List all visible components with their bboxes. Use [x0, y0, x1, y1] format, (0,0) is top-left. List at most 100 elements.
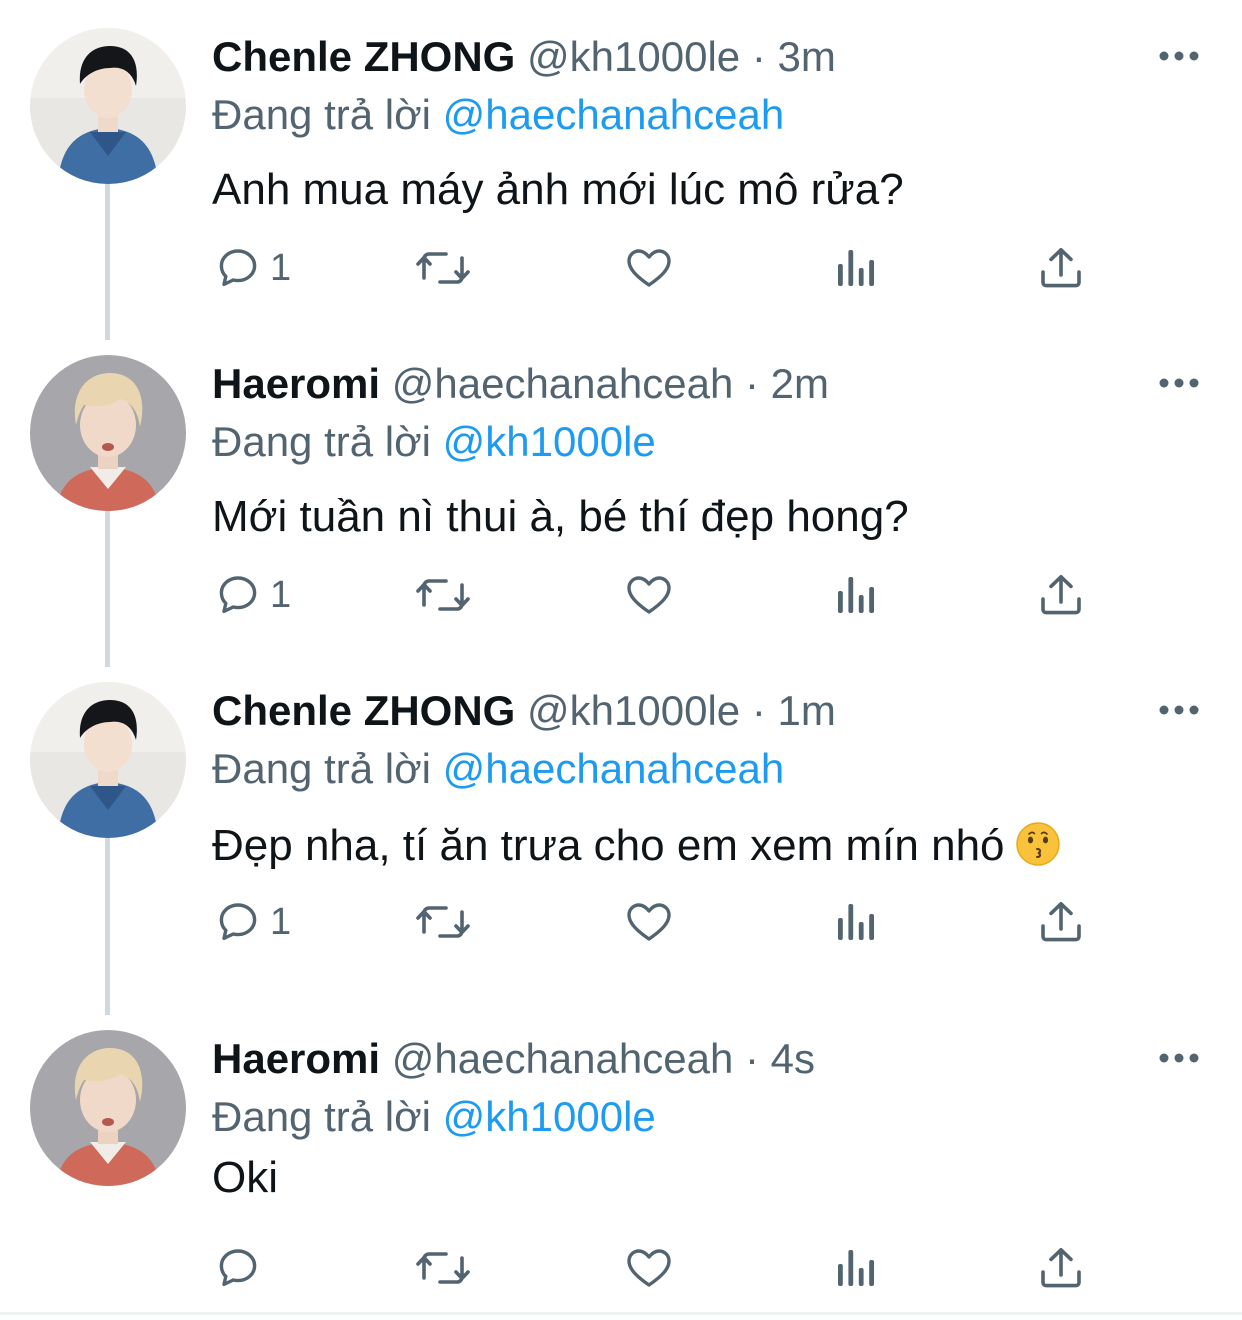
retweet-icon	[416, 1252, 470, 1284]
reply-icon	[219, 249, 257, 287]
reply-count: 1	[270, 246, 292, 289]
author-handle[interactable]: @haechanahceah	[392, 1035, 734, 1082]
tweet-header: Chenle ZHONG @kh1000le · 1m	[212, 682, 836, 740]
share-button[interactable]	[1038, 882, 1084, 962]
timestamp[interactable]: 1m	[778, 687, 836, 734]
reply-icon	[219, 576, 257, 614]
tweet[interactable]: Chenle ZHONG @kh1000le · 3m Đang trả lời…	[0, 14, 1242, 341]
share-icon	[1041, 575, 1081, 615]
views-icon	[838, 1250, 874, 1286]
author-handle[interactable]: @haechanahceah	[392, 360, 734, 407]
replying-to: Đang trả lời @haechanahceah	[212, 86, 784, 144]
avatar-chenle[interactable]	[30, 682, 186, 838]
replying-label: Đang trả lời	[212, 745, 431, 792]
retweet-icon	[416, 252, 470, 284]
heart-icon	[627, 903, 671, 941]
tweet-actions: 1	[0, 228, 1242, 308]
tweet-text: Đẹp nha, tí ăn trưa cho em xem mín nhó	[212, 821, 1005, 870]
tweet-text: Oki	[212, 1153, 278, 1202]
more-icon	[1159, 51, 1199, 61]
reply-button[interactable]: 1	[214, 555, 291, 635]
retweet-icon	[416, 906, 470, 938]
replying-to: Đang trả lời @kh1000le	[212, 1088, 656, 1146]
more-icon	[1159, 378, 1199, 388]
tweet-actions	[0, 1228, 1242, 1308]
reply-count: 1	[270, 573, 292, 616]
views-button[interactable]	[834, 1228, 878, 1308]
like-button[interactable]	[624, 228, 674, 308]
author-name[interactable]: Chenle ZHONG	[212, 33, 515, 80]
heart-icon	[627, 1249, 671, 1287]
like-button[interactable]	[624, 555, 674, 635]
more-button[interactable]	[1156, 692, 1202, 728]
like-button[interactable]	[624, 882, 674, 962]
views-button[interactable]	[834, 228, 878, 308]
more-button[interactable]	[1156, 365, 1202, 401]
kissing-face-emoji	[1015, 822, 1060, 867]
retweet-button[interactable]	[414, 882, 472, 962]
views-icon	[838, 577, 874, 613]
avatar-haeromi[interactable]	[30, 1030, 186, 1186]
author-name[interactable]: Haeromi	[212, 1035, 380, 1082]
timestamp[interactable]: 4s	[771, 1035, 815, 1082]
heart-icon	[627, 576, 671, 614]
more-button[interactable]	[1156, 1040, 1202, 1076]
share-icon	[1041, 902, 1081, 942]
reply-icon	[219, 1249, 257, 1287]
retweet-button[interactable]	[414, 555, 472, 635]
like-button[interactable]	[624, 1228, 674, 1308]
timestamp[interactable]: 3m	[778, 33, 836, 80]
tweet-header: Haeromi @haechanahceah · 2m	[212, 355, 829, 413]
author-name[interactable]: Chenle ZHONG	[212, 687, 515, 734]
views-button[interactable]	[834, 555, 878, 635]
author-handle[interactable]: @kh1000le	[527, 687, 740, 734]
separator: ·	[744, 1035, 759, 1082]
share-button[interactable]	[1038, 555, 1084, 635]
author-name[interactable]: Haeromi	[212, 360, 380, 407]
reply-count: 1	[270, 900, 292, 943]
retweet-icon	[416, 579, 470, 611]
share-button[interactable]	[1038, 1228, 1084, 1308]
replying-to: Đang trả lời @haechanahceah	[212, 740, 784, 798]
divider	[0, 1312, 1242, 1315]
avatar-haeromi[interactable]	[30, 355, 186, 511]
retweet-button[interactable]	[414, 228, 472, 308]
replying-label: Đang trả lời	[212, 1093, 431, 1140]
replying-mention[interactable]: @kh1000le	[443, 418, 656, 465]
more-icon	[1159, 1053, 1199, 1063]
tweet-text: Anh mua máy ảnh mới lúc mô rửa?	[212, 165, 904, 214]
tweet-text: Mới tuần nì thui à, bé thí đẹp hong?	[212, 492, 909, 541]
tweet-actions: 1	[0, 882, 1242, 962]
views-button[interactable]	[834, 882, 878, 962]
retweet-button[interactable]	[414, 1228, 472, 1308]
separator: ·	[751, 687, 766, 734]
share-icon	[1041, 1248, 1081, 1288]
views-icon	[838, 250, 874, 286]
more-button[interactable]	[1156, 38, 1202, 74]
more-icon	[1159, 705, 1199, 715]
timestamp[interactable]: 2m	[771, 360, 829, 407]
views-icon	[838, 904, 874, 940]
separator: ·	[751, 33, 766, 80]
tweet[interactable]: Chenle ZHONG @kh1000le · 1m Đang trả lời…	[0, 668, 1242, 995]
reply-icon	[219, 903, 257, 941]
separator: ·	[744, 360, 759, 407]
share-button[interactable]	[1038, 228, 1084, 308]
author-handle[interactable]: @kh1000le	[527, 33, 740, 80]
share-icon	[1041, 248, 1081, 288]
replying-label: Đang trả lời	[212, 91, 431, 138]
tweet-actions: 1	[0, 555, 1242, 635]
reply-button[interactable]: 1	[214, 228, 291, 308]
tweet[interactable]: Haeromi @haechanahceah · 2m Đang trả lời…	[0, 341, 1242, 668]
replying-mention[interactable]: @kh1000le	[443, 1093, 656, 1140]
heart-icon	[627, 249, 671, 287]
tweet-header: Haeromi @haechanahceah · 4s	[212, 1030, 815, 1088]
replying-mention[interactable]: @haechanahceah	[443, 745, 785, 792]
reply-button[interactable]: 1	[214, 882, 291, 962]
replying-label: Đang trả lời	[212, 418, 431, 465]
tweet[interactable]: Haeromi @haechanahceah · 4s Đang trả lời…	[0, 1016, 1242, 1312]
reply-button[interactable]	[214, 1228, 270, 1308]
replying-mention[interactable]: @haechanahceah	[443, 91, 785, 138]
tweet-text-container: Đẹp nha, tí ăn trưa cho em xem mín nhó	[212, 816, 1061, 876]
avatar-chenle[interactable]	[30, 28, 186, 184]
